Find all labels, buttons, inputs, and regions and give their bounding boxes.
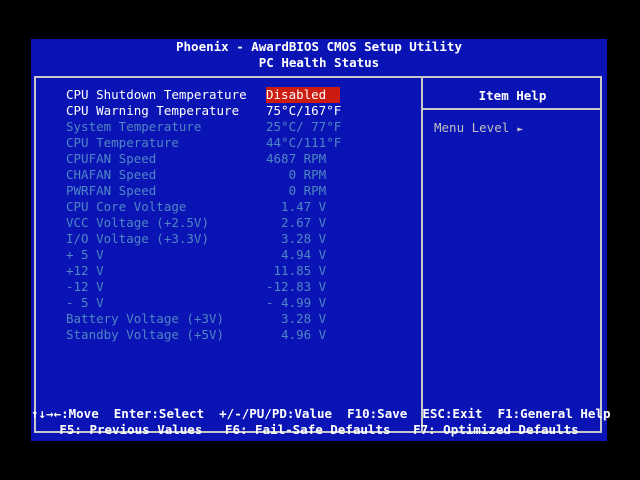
item-help-title: Item Help <box>478 88 547 103</box>
setting-label: Battery Voltage (+3V) <box>66 311 225 326</box>
panel-divider <box>421 76 423 433</box>
setting-row: PWRFAN Speed 0 RPM <box>66 183 416 199</box>
setting-value[interactable]: Disabled <box>266 87 341 103</box>
setting-row: + 5 V 4.94 V <box>66 247 416 263</box>
setting-row: Battery Voltage (+3V) 3.28 V <box>66 311 416 327</box>
bios-screen: Phoenix - AwardBIOS CMOS Setup Utility P… <box>31 39 611 441</box>
setting-value: -12.83 V <box>266 279 327 294</box>
setting-row: VCC Voltage (+2.5V) 2.67 V <box>66 215 416 231</box>
setting-row: - 5 V - 4.99 V <box>66 295 416 311</box>
setting-row: I/O Voltage (+3.3V) 3.28 V <box>66 231 416 247</box>
setting-row: CPU Temperature 44°C/111°F <box>66 135 416 151</box>
setting-value[interactable]: 75°C/167°F <box>266 103 341 119</box>
setting-row: System Temperature 25°C/ 77°F <box>66 119 416 135</box>
setting-label: Standby Voltage (+5V) <box>66 327 225 342</box>
setting-value: 1.47 V <box>266 199 327 214</box>
setting-row: CPU Core Voltage 1.47 V <box>66 199 416 215</box>
setting-row[interactable]: CPU Shutdown Temperature Disabled <box>66 87 416 103</box>
setting-row: Standby Voltage (+5V) 4.96 V <box>66 327 416 343</box>
setting-value: 44°C/111°F <box>266 135 342 150</box>
setting-label: CHAFAN Speed <box>66 167 157 182</box>
footer-keys: ↑↓→←:Move Enter:Select +/-/PU/PD:Value F… <box>31 406 611 421</box>
setting-value: 2.67 V <box>266 215 327 230</box>
bios-title: Phoenix - AwardBIOS CMOS Setup Utility <box>176 39 462 54</box>
setting-value: 4687 RPM <box>266 151 327 166</box>
setting-label: System Temperature <box>66 119 202 134</box>
menu-level: Menu Level ► <box>434 120 523 138</box>
setting-value: 3.28 V <box>266 311 327 326</box>
setting-row[interactable]: CPU Warning Temperature 75°C/167°F <box>66 103 416 119</box>
setting-value: 0 RPM <box>266 167 327 182</box>
setting-label: CPU Warning Temperature <box>66 103 240 118</box>
setting-value: 11.85 V <box>266 263 327 278</box>
setting-label: CPU Core Voltage <box>66 199 187 214</box>
setting-label: CPU Temperature <box>66 135 179 150</box>
setting-value: - 4.99 V <box>266 295 327 310</box>
setting-value: 4.94 V <box>266 247 327 262</box>
menu-level-label: Menu Level <box>434 120 510 135</box>
setting-row: -12 V -12.83 V <box>66 279 416 295</box>
page-title: PC Health Status <box>258 55 380 70</box>
setting-value: 4.96 V <box>266 327 327 342</box>
setting-value: 25°C/ 77°F <box>266 119 342 134</box>
setting-label: -12 V <box>66 279 104 294</box>
footer-function-keys: F5: Previous Values F6: Fail-Safe Defaul… <box>59 422 579 437</box>
setting-label: + 5 V <box>66 247 104 262</box>
help-divider <box>423 108 602 110</box>
setting-row: CPUFAN Speed 4687 RPM <box>66 151 416 167</box>
setting-label: - 5 V <box>66 295 104 310</box>
setting-row: CHAFAN Speed 0 RPM <box>66 167 416 183</box>
setting-label: VCC Voltage (+2.5V) <box>66 215 209 230</box>
menu-level-arrow-icon: ► <box>517 124 524 135</box>
setting-value: 3.28 V <box>266 231 327 246</box>
setting-label: I/O Voltage (+3.3V) <box>66 231 209 246</box>
setting-label: +12 V <box>66 263 104 278</box>
setting-value: 0 RPM <box>266 183 327 198</box>
setting-label: PWRFAN Speed <box>66 183 157 198</box>
setting-label: CPUFAN Speed <box>66 151 157 166</box>
setting-label: CPU Shutdown Temperature <box>66 87 247 102</box>
setting-row: +12 V 11.85 V <box>66 263 416 279</box>
